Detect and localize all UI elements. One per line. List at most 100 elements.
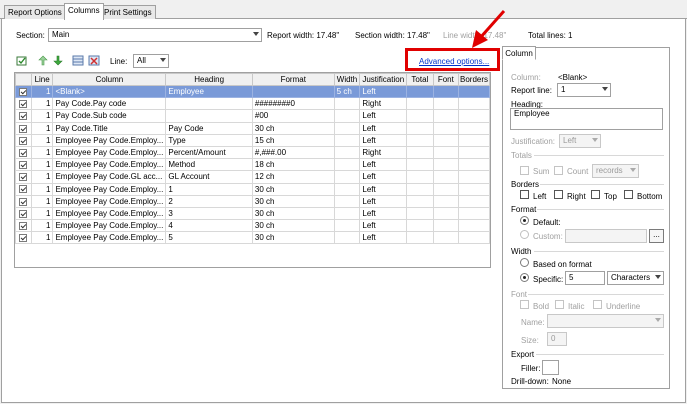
cell-width[interactable]: 5 ch — [333, 84, 361, 99]
cell-font[interactable] — [432, 231, 460, 245]
cell-line[interactable]: 1 — [30, 109, 54, 123]
cell-borders[interactable] — [458, 97, 490, 111]
row-checkbox[interactable] — [15, 84, 32, 99]
tab-column[interactable]: Column — [502, 46, 536, 60]
cell-total[interactable] — [406, 84, 434, 99]
cell-font[interactable] — [432, 84, 460, 99]
cell-line[interactable]: 1 — [30, 170, 54, 184]
border-bottom-checkbox[interactable] — [624, 190, 633, 200]
cell-width[interactable] — [333, 97, 361, 111]
cell-heading[interactable]: 4 — [165, 219, 253, 233]
cell-font[interactable] — [432, 206, 460, 221]
cell-borders[interactable] — [458, 182, 490, 196]
cell-format[interactable]: 30 ch — [251, 194, 335, 208]
table-row[interactable]: 1 Pay Code.Sub code #00 Left — [15, 109, 490, 123]
cell-line[interactable]: 1 — [30, 182, 54, 196]
cell-borders[interactable] — [458, 170, 490, 184]
cell-width[interactable] — [333, 145, 361, 160]
table-row[interactable]: 1 Employee Pay Code.Employ... Percent/Amou… — [15, 145, 490, 160]
col-header-line[interactable]: Line — [30, 73, 54, 86]
line-select[interactable]: All — [133, 54, 169, 68]
row-checkbox[interactable] — [15, 145, 32, 160]
cell-line[interactable]: 1 — [30, 194, 54, 208]
cell-width[interactable] — [333, 121, 361, 135]
cell-line[interactable]: 1 — [30, 145, 54, 160]
count-checkbox[interactable] — [554, 166, 563, 176]
cell-line[interactable]: 1 — [30, 133, 54, 147]
border-right-checkbox[interactable] — [554, 190, 563, 200]
cell-justification[interactable]: Left — [359, 231, 408, 245]
cell-width[interactable] — [333, 219, 361, 233]
cell-format[interactable]: 30 ch — [251, 206, 335, 221]
cell-total[interactable] — [406, 206, 434, 221]
row-checkbox[interactable] — [15, 219, 32, 233]
bold-checkbox[interactable] — [520, 300, 529, 310]
format-browse-button[interactable]: ... — [649, 229, 664, 243]
row-checkbox[interactable] — [15, 170, 32, 184]
row-checkbox[interactable] — [15, 121, 32, 135]
cell-borders[interactable] — [458, 84, 490, 99]
cell-borders[interactable] — [458, 109, 490, 123]
cell-heading[interactable]: Method — [165, 158, 253, 172]
width-specific-input[interactable]: 5 — [565, 271, 605, 285]
cell-justification[interactable]: Left — [359, 170, 408, 184]
cell-borders[interactable] — [458, 194, 490, 208]
cell-heading[interactable] — [165, 109, 253, 123]
cell-format[interactable]: ########0 — [251, 97, 335, 111]
cell-borders[interactable] — [458, 145, 490, 160]
cell-font[interactable] — [432, 158, 460, 172]
cell-font[interactable] — [432, 121, 460, 135]
cell-justification[interactable]: Left — [359, 133, 408, 147]
cell-heading[interactable]: 3 — [165, 206, 253, 221]
format-default-radio[interactable] — [520, 216, 529, 226]
cell-format[interactable]: 30 ch — [251, 182, 335, 196]
cell-column[interactable]: Pay Code.Title — [52, 121, 167, 135]
cell-total[interactable] — [406, 182, 434, 196]
cell-line[interactable]: 1 — [30, 84, 54, 99]
cell-format[interactable]: 30 ch — [251, 121, 335, 135]
add-column-icon[interactable] — [16, 55, 28, 66]
row-checkbox[interactable] — [15, 206, 32, 221]
underline-checkbox[interactable] — [593, 300, 602, 310]
move-down-icon[interactable] — [52, 55, 64, 66]
filler-input[interactable] — [542, 360, 559, 375]
cell-total[interactable] — [406, 109, 434, 123]
cell-justification[interactable]: Left — [359, 182, 408, 196]
font-name-select[interactable] — [547, 314, 664, 328]
cell-width[interactable] — [333, 170, 361, 184]
table-row[interactable]: 1 <Blank> Employee 5 ch Left — [15, 84, 490, 99]
delete-row-icon[interactable] — [88, 55, 100, 66]
cell-column[interactable]: Employee Pay Code.Employ... — [52, 158, 167, 172]
cell-heading[interactable]: 2 — [165, 194, 253, 208]
cell-heading[interactable]: Type — [165, 133, 253, 147]
tab-report-options[interactable]: Report Options — [4, 5, 66, 19]
cell-font[interactable] — [432, 145, 460, 160]
table-row[interactable]: 1 Employee Pay Code.GL acc... GL Account 12… — [15, 170, 490, 184]
cell-borders[interactable] — [458, 206, 490, 221]
report-line-select[interactable]: 1 — [557, 83, 611, 97]
cell-borders[interactable] — [458, 121, 490, 135]
cell-line[interactable]: 1 — [30, 97, 54, 111]
cell-total[interactable] — [406, 219, 434, 233]
width-based-on-format-radio[interactable] — [520, 258, 529, 268]
row-checkbox[interactable] — [15, 158, 32, 172]
row-checkbox[interactable] — [15, 231, 32, 245]
col-header-borders[interactable]: Borders — [458, 73, 490, 86]
cell-width[interactable] — [333, 231, 361, 245]
cell-line[interactable]: 1 — [30, 121, 54, 135]
cell-justification[interactable]: Right — [359, 145, 408, 160]
cell-column[interactable]: Employee Pay Code.Employ... — [52, 145, 167, 160]
col-header-format[interactable]: Format — [251, 73, 335, 86]
table-row[interactable]: 1 Pay Code.Title Pay Code 30 ch Left — [15, 121, 490, 135]
cell-justification[interactable]: Left — [359, 158, 408, 172]
move-up-icon[interactable] — [37, 55, 49, 66]
table-row[interactable]: 1 Employee Pay Code.Employ... 2 30 ch Left — [15, 194, 490, 208]
cell-format[interactable]: 18 ch — [251, 158, 335, 172]
cell-column[interactable]: Employee Pay Code.GL acc... — [52, 170, 167, 184]
cell-font[interactable] — [432, 133, 460, 147]
cell-line[interactable]: 1 — [30, 206, 54, 221]
col-header-font[interactable]: Font — [432, 73, 460, 86]
cell-total[interactable] — [406, 158, 434, 172]
cell-format[interactable]: 30 ch — [251, 231, 335, 245]
cell-column[interactable]: Pay Code.Sub code — [52, 109, 167, 123]
